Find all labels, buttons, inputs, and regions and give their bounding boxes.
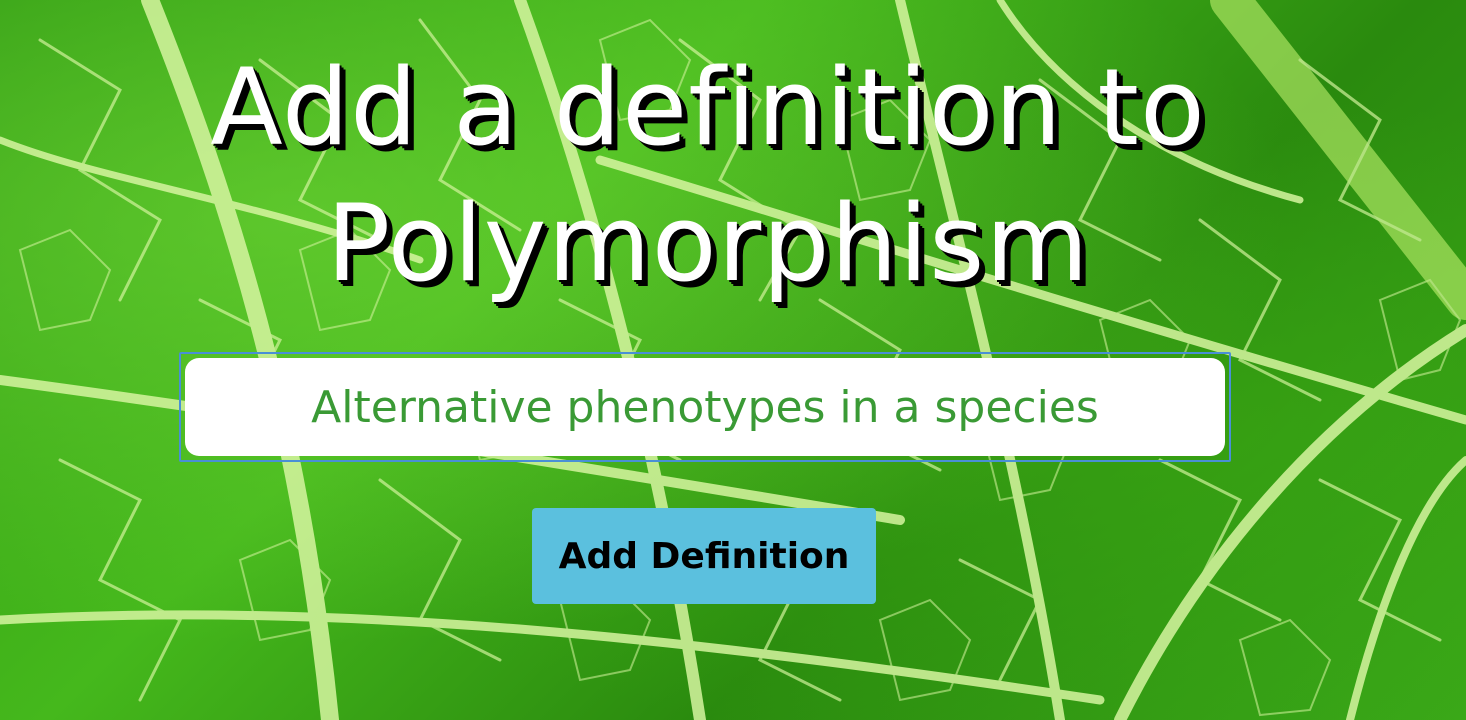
main-content: Add a definition to Polymorphism Add Def… <box>0 0 1466 720</box>
page-title: Add a definition to Polymorphism <box>83 40 1333 312</box>
add-definition-button[interactable]: Add Definition <box>532 508 876 604</box>
page-title-line2: Polymorphism <box>326 182 1090 305</box>
definition-input-focus-ring <box>179 352 1231 462</box>
page-title-line1: Add a definition to <box>210 46 1206 169</box>
page: Add a definition to Polymorphism Add Def… <box>0 0 1466 720</box>
definition-input[interactable] <box>185 358 1225 456</box>
